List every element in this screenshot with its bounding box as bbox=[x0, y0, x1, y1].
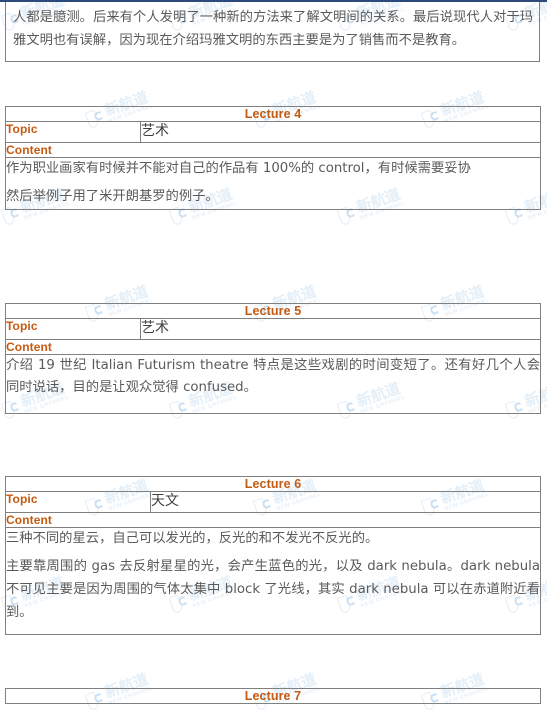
lecture-title: Lecture 4 bbox=[4, 106, 542, 122]
table-row-content: 三种不同的星云，自己可以发光的，反光的和不发光不反光的。 主要靠周围的 gas … bbox=[4, 526, 542, 636]
intro-paragraph: 人都是臆测。后来有个人发明了一种新的方法来了解文明间的关系。最后说现代人对于玛雅… bbox=[13, 10, 533, 48]
topic-value: 艺术 bbox=[139, 318, 542, 340]
content-paragraph: 主要靠周围的 gas 去反射星星的光，会产生蓝色的光，以及 dark nebul… bbox=[6, 559, 541, 621]
topic-value: 天文 bbox=[149, 491, 542, 513]
content-paragraph: 介绍 19 世纪 Italian Futurism theatre 特点是这些戏… bbox=[6, 357, 541, 396]
lecture-4-block: Lecture 4 Topic 艺术 Content 作为职业画家有时候并不能对… bbox=[0, 106, 547, 211]
content-label: Content bbox=[4, 511, 542, 528]
lecture-5-block: Lecture 5 Topic 艺术 Content 介绍 19 世纪 Ital… bbox=[0, 303, 547, 415]
table-row-title: Lecture 6 bbox=[4, 476, 542, 492]
table-row-title: Lecture 4 bbox=[4, 106, 542, 122]
topic-value: 艺术 bbox=[139, 121, 542, 143]
lecture-table: Lecture 4 Topic 艺术 Content 作为职业画家有时候并不能对… bbox=[4, 106, 542, 211]
content-paragraph: 然后举例子用了米开朗基罗的例子。 bbox=[6, 189, 219, 205]
topic-label: Topic bbox=[5, 491, 151, 513]
lecture-title: Lecture 7 bbox=[5, 688, 541, 704]
lecture-table: Lecture 5 Topic 艺术 Content 介绍 19 世纪 Ital… bbox=[4, 303, 542, 415]
content-cell: 介绍 19 世纪 Italian Futurism theatre 特点是这些戏… bbox=[4, 353, 542, 415]
content-paragraph: 作为职业画家有时候并不能对自己的作品有 100%的 control，有时候需要妥… bbox=[6, 160, 471, 176]
table-row-topic: Topic 艺术 bbox=[5, 121, 542, 143]
lecture-table: Lecture 7 bbox=[5, 688, 541, 704]
table-row-topic: Topic 艺术 bbox=[5, 318, 542, 340]
content-label: Content bbox=[4, 141, 542, 158]
lecture-title: Lecture 5 bbox=[4, 303, 542, 319]
lecture-title: Lecture 6 bbox=[4, 476, 542, 492]
content-cell: 三种不同的星云，自己可以发光的，反光的和不发光不反光的。 主要靠周围的 gas … bbox=[4, 526, 542, 636]
table-row-title: Lecture 5 bbox=[4, 303, 542, 319]
table-row-content-label: Content bbox=[4, 511, 542, 528]
lecture-table: Lecture 6 Topic 天文 Content 三种不同的星云，自己可以发… bbox=[4, 476, 542, 636]
content-paragraph: 三种不同的星云，自己可以发光的，反光的和不发光不反光的。 bbox=[6, 530, 379, 546]
content-label: Content bbox=[4, 338, 542, 355]
intro-text-box: 人都是臆测。后来有个人发明了一种新的方法来了解文明间的关系。最后说现代人对于玛雅… bbox=[5, 2, 540, 62]
lecture-6-block: Lecture 6 Topic 天文 Content 三种不同的星云，自己可以发… bbox=[0, 476, 547, 636]
lecture-7-block: Lecture 7 bbox=[0, 688, 547, 704]
table-row-content-label: Content bbox=[4, 338, 542, 355]
document-top-rule bbox=[0, 0, 547, 2]
topic-label: Topic bbox=[5, 318, 141, 340]
table-row-content: 作为职业画家有时候并不能对自己的作品有 100%的 control，有时候需要妥… bbox=[4, 156, 542, 211]
topic-label: Topic bbox=[5, 121, 141, 143]
content-cell: 作为职业画家有时候并不能对自己的作品有 100%的 control，有时候需要妥… bbox=[4, 156, 542, 211]
table-row-content-label: Content bbox=[4, 141, 542, 158]
table-row-topic: Topic 天文 bbox=[5, 491, 542, 513]
table-row-content: 介绍 19 世纪 Italian Futurism theatre 特点是这些戏… bbox=[4, 353, 542, 415]
table-row-title: Lecture 7 bbox=[5, 688, 541, 704]
